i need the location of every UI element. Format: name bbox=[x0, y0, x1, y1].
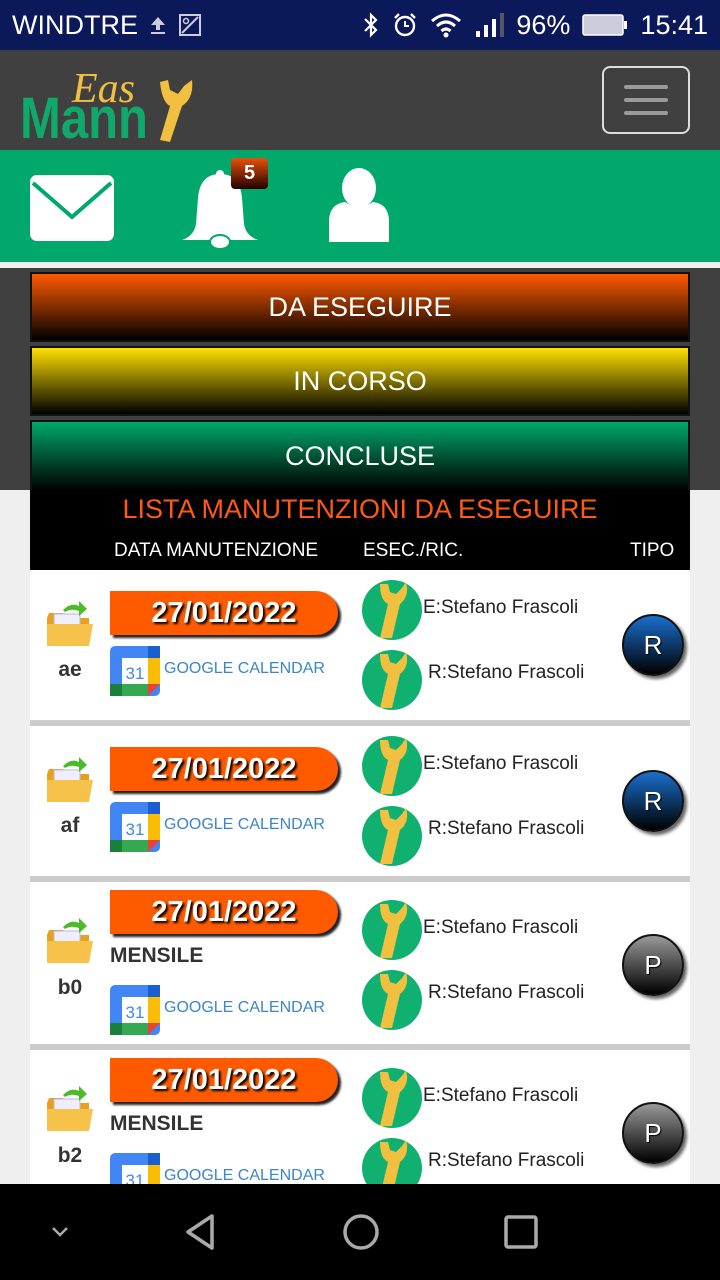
google-calendar-icon[interactable]: 31 bbox=[110, 985, 160, 1035]
open-folder-icon[interactable] bbox=[45, 1085, 95, 1135]
maintenance-list: ae 27/01/2022 31 GOOGLE CALENDAR E:Stefa… bbox=[30, 570, 690, 1184]
executor-name: E:Stefano Frascoli bbox=[423, 1085, 579, 1106]
chevron-down-icon[interactable] bbox=[40, 1184, 80, 1280]
row-code: af bbox=[60, 814, 80, 837]
executor-name: E:Stefano Frascoli bbox=[423, 597, 579, 618]
executor-name: E:Stefano Frascoli bbox=[423, 917, 579, 938]
google-calendar-icon[interactable]: 31 bbox=[110, 1153, 160, 1184]
frequency-label: MENSILE bbox=[110, 944, 204, 967]
back-icon[interactable] bbox=[170, 1184, 230, 1280]
row-code: b2 bbox=[57, 1144, 83, 1167]
recents-icon[interactable] bbox=[491, 1184, 551, 1280]
wifi-icon bbox=[430, 12, 462, 38]
battery-label: 96% bbox=[516, 9, 571, 40]
executor-name: E:Stefano Frascoli bbox=[423, 753, 579, 774]
google-calendar-icon[interactable]: 31 bbox=[110, 646, 160, 696]
executor-avatar-icon bbox=[362, 580, 422, 640]
type-badge[interactable]: P bbox=[622, 934, 684, 996]
open-folder-icon[interactable] bbox=[45, 756, 95, 806]
maintenance-date[interactable]: 27/01/2022 bbox=[110, 1058, 338, 1102]
status-bar: WINDTRE 96% 15:41 bbox=[0, 0, 720, 50]
tab-da-eseguire[interactable]: DA ESEGUIRE bbox=[30, 272, 690, 342]
time-label: 15:41 bbox=[640, 9, 708, 40]
column-header-type: TIPO bbox=[630, 540, 675, 561]
google-calendar-link[interactable]: GOOGLE CALENDAR bbox=[164, 816, 325, 834]
google-calendar-link[interactable]: GOOGLE CALENDAR bbox=[164, 660, 325, 678]
type-badge[interactable]: P bbox=[622, 1102, 684, 1164]
maintenance-date[interactable]: 27/01/2022 bbox=[110, 890, 338, 934]
svg-text:31: 31 bbox=[126, 820, 145, 839]
requester-avatar-icon bbox=[362, 1138, 422, 1184]
maintenance-row[interactable]: af 27/01/2022 31 GOOGLE CALENDAR E:Stefa… bbox=[30, 726, 690, 876]
open-folder-icon[interactable] bbox=[45, 600, 95, 650]
maintenance-date[interactable]: 27/01/2022 bbox=[110, 747, 338, 791]
requester-name: R:Stefano Frascoli bbox=[428, 818, 585, 839]
requester-name: R:Stefano Frascoli bbox=[428, 662, 585, 683]
maintenance-row[interactable]: ae 27/01/2022 31 GOOGLE CALENDAR E:Stefa… bbox=[30, 570, 690, 720]
executor-avatar-icon bbox=[362, 1068, 422, 1128]
executor-avatar-icon bbox=[362, 900, 422, 960]
column-header-date: DATA MANUTENZIONE bbox=[114, 540, 319, 561]
home-icon[interactable] bbox=[331, 1184, 391, 1280]
app-logo[interactable]: Mann Eas bbox=[20, 62, 200, 151]
upload-icon bbox=[148, 14, 168, 36]
frequency-label: MENSILE bbox=[110, 1112, 204, 1135]
svg-text:31: 31 bbox=[126, 1171, 145, 1184]
list-title: LISTA MANUTENZIONI DA ESEGUIRE bbox=[122, 494, 598, 524]
requester-avatar-icon bbox=[362, 650, 422, 710]
tab-concluse[interactable]: CONCLUSE bbox=[30, 420, 690, 492]
hamburger-icon-line bbox=[624, 111, 668, 115]
android-nav-bar bbox=[0, 1184, 720, 1280]
open-folder-icon[interactable] bbox=[45, 917, 95, 967]
requester-name: R:Stefano Frascoli bbox=[428, 982, 585, 1003]
executor-avatar-icon bbox=[362, 736, 422, 796]
bluetooth-icon bbox=[362, 12, 380, 38]
tab-in-corso[interactable]: IN CORSO bbox=[30, 346, 690, 416]
signal-icon bbox=[474, 12, 505, 38]
maintenance-date[interactable]: 27/01/2022 bbox=[110, 591, 338, 635]
google-calendar-link[interactable]: GOOGLE CALENDAR bbox=[164, 999, 325, 1017]
toolbar bbox=[0, 150, 720, 262]
list-header: LISTA MANUTENZIONI DA ESEGUIRE DATA MANU… bbox=[30, 490, 690, 570]
requester-name: R:Stefano Frascoli bbox=[428, 1150, 585, 1171]
hamburger-menu-button[interactable] bbox=[602, 66, 690, 134]
image-icon bbox=[178, 13, 202, 37]
google-calendar-icon[interactable]: 31 bbox=[110, 802, 160, 852]
mail-icon[interactable] bbox=[30, 175, 114, 246]
column-header-executor: ESEC./RIC. bbox=[363, 540, 464, 561]
svg-text:Eas: Eas bbox=[71, 66, 135, 112]
user-icon[interactable] bbox=[325, 168, 393, 247]
hamburger-icon-line bbox=[624, 85, 668, 89]
alarm-icon bbox=[392, 12, 418, 38]
maintenance-row[interactable]: b0 27/01/2022 MENSILE 31 GOOGLE CALENDAR… bbox=[30, 882, 690, 1044]
maintenance-row[interactable]: b2 27/01/2022 MENSILE 31 GOOGLE CALENDAR… bbox=[30, 1050, 690, 1184]
svg-text:31: 31 bbox=[126, 664, 145, 683]
type-badge[interactable]: R bbox=[622, 614, 684, 676]
carrier-label: WINDTRE bbox=[12, 9, 138, 40]
hamburger-icon-line bbox=[624, 98, 668, 102]
row-code: ae bbox=[58, 658, 82, 681]
row-code: b0 bbox=[57, 976, 83, 999]
notification-badge[interactable]: 5 bbox=[231, 158, 268, 189]
svg-text:31: 31 bbox=[126, 1003, 145, 1022]
type-badge[interactable]: R bbox=[622, 770, 684, 832]
requester-avatar-icon bbox=[362, 806, 422, 866]
battery-icon bbox=[582, 13, 628, 37]
requester-avatar-icon bbox=[362, 970, 422, 1030]
app-header: Mann Eas bbox=[0, 50, 720, 151]
google-calendar-link[interactable]: GOOGLE CALENDAR bbox=[164, 1167, 325, 1184]
